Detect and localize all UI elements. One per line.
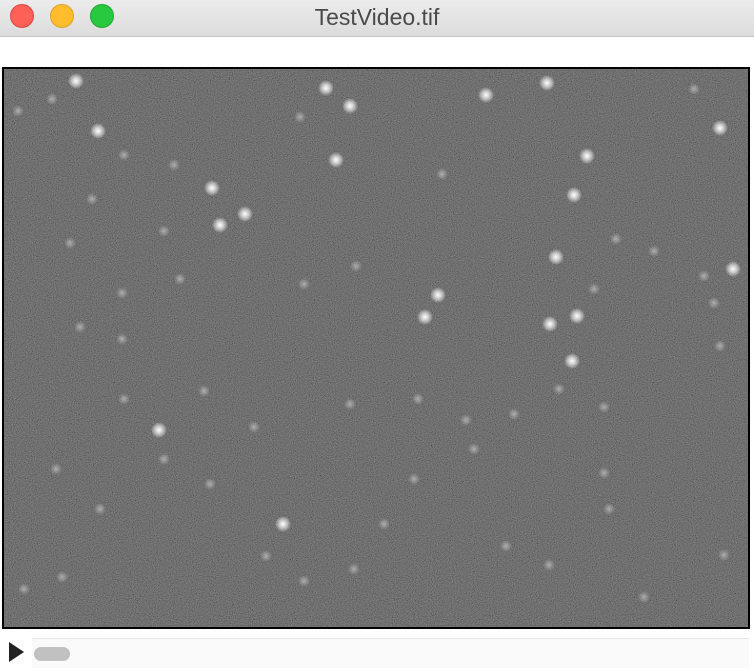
bright-spot (328, 152, 344, 168)
dim-spot (294, 111, 306, 123)
dim-spot (298, 575, 310, 587)
dim-spot (348, 563, 360, 575)
dim-spot (94, 503, 106, 515)
dim-spot (204, 478, 216, 490)
dim-spot (46, 93, 58, 105)
dim-spot (168, 159, 180, 171)
bright-spot (342, 98, 358, 114)
play-icon[interactable] (9, 642, 24, 662)
bright-spot (579, 148, 595, 164)
bright-spot (430, 287, 446, 303)
microscopy-image[interactable] (4, 69, 748, 627)
dim-spot (588, 283, 600, 295)
dim-spot (116, 287, 128, 299)
dim-spot (174, 273, 186, 285)
dim-spot (603, 503, 615, 515)
dim-spot (718, 549, 730, 561)
dim-spot (714, 340, 726, 352)
bright-spot (151, 422, 167, 438)
bright-spot (204, 180, 220, 196)
bright-spot (318, 80, 334, 96)
dim-spot (553, 383, 565, 395)
dim-spot (460, 414, 472, 426)
dim-spot (260, 550, 272, 562)
frame-scrollbar[interactable] (32, 638, 749, 668)
bright-spot (478, 87, 494, 103)
dim-spot (508, 408, 520, 420)
dim-spot (412, 393, 424, 405)
scrollbar-thumb[interactable] (34, 647, 70, 661)
image-canvas[interactable] (2, 67, 750, 629)
bright-spot (569, 308, 585, 324)
window-title: TestVideo.tif (314, 4, 440, 30)
dim-spot (248, 421, 260, 433)
dim-spot (74, 321, 86, 333)
dim-spot (350, 260, 362, 272)
dim-spot (50, 463, 62, 475)
bright-spot (566, 187, 582, 203)
dim-spot (638, 591, 650, 603)
dim-spot (64, 237, 76, 249)
dim-spot (198, 385, 210, 397)
dim-spot (18, 583, 30, 595)
dim-spot (436, 168, 448, 180)
bright-spot (90, 123, 106, 139)
dim-spot (378, 518, 390, 530)
title-bar[interactable]: TestVideo.tif (0, 0, 754, 37)
dim-spot (56, 571, 68, 583)
bright-spot (68, 73, 84, 89)
dim-spot (598, 467, 610, 479)
bright-spot (237, 206, 253, 222)
dim-spot (118, 149, 130, 161)
bright-spot (548, 249, 564, 265)
dim-spot (648, 245, 660, 257)
app-window: TestVideo.tif (0, 0, 754, 672)
dim-spot (12, 105, 24, 117)
dim-spot (116, 333, 128, 345)
dim-spot (688, 83, 700, 95)
dim-spot (708, 297, 720, 309)
dim-spot (158, 453, 170, 465)
bright-spot (712, 120, 728, 136)
bright-spot (542, 316, 558, 332)
bright-spot (212, 217, 228, 233)
bright-spot (725, 261, 741, 277)
dim-spot (698, 270, 710, 282)
dim-spot (408, 473, 420, 485)
dim-spot (610, 233, 622, 245)
dim-spot (543, 559, 555, 571)
dim-spot (118, 393, 130, 405)
dim-spot (598, 401, 610, 413)
dim-spot (468, 443, 480, 455)
dim-spot (344, 398, 356, 410)
bright-spot (564, 353, 580, 369)
bright-spot (275, 516, 291, 532)
dim-spot (298, 278, 310, 290)
dim-spot (500, 540, 512, 552)
bright-spot (539, 75, 555, 91)
dim-spot (158, 225, 170, 237)
bright-spot (417, 309, 433, 325)
dim-spot (86, 193, 98, 205)
